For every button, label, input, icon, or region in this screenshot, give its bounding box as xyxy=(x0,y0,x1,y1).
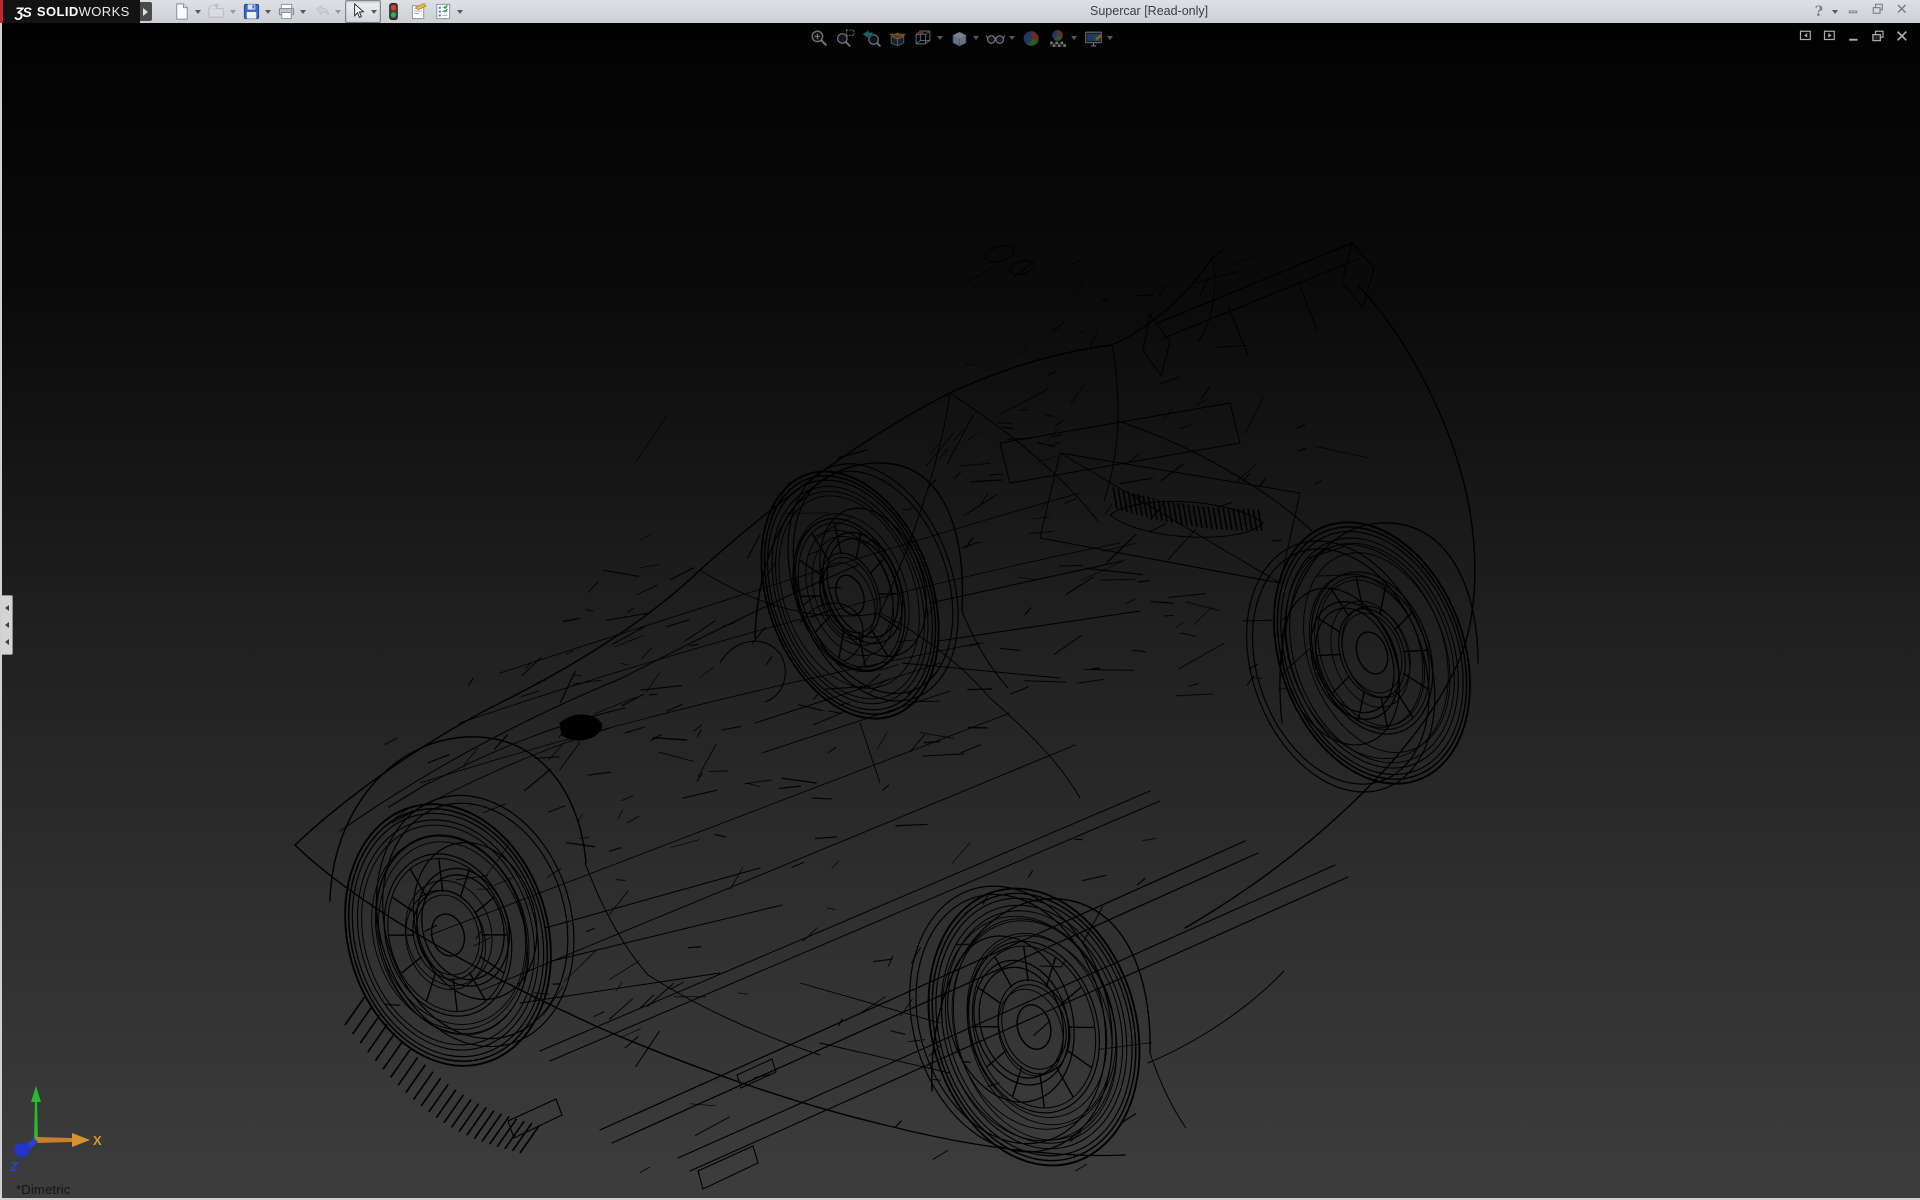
select-dropdown-arrow-icon[interactable] xyxy=(369,2,379,22)
triad-x-arrow xyxy=(72,1133,90,1147)
previous-view-icon xyxy=(859,26,883,50)
new-document-button[interactable] xyxy=(170,1,204,22)
brand-text: SOLIDWORKS xyxy=(37,4,130,19)
save-dropdown-arrow-icon[interactable] xyxy=(263,2,273,22)
featuremanager-collapsed-tab[interactable] xyxy=(2,595,13,655)
help-button[interactable]: ? xyxy=(1815,2,1823,22)
zoom-to-area-icon xyxy=(833,26,857,50)
collapse-arrow-icon xyxy=(5,622,9,628)
minimize-document-icon xyxy=(1847,29,1862,49)
view-orientation-button[interactable] xyxy=(910,25,946,51)
zoom-to-fit-icon xyxy=(807,26,831,50)
titlebar: ƷS SOLIDWORKS Supercar [Read-only] ? xyxy=(0,0,1920,24)
select-button[interactable] xyxy=(345,0,381,23)
triad-y-axis xyxy=(34,1100,38,1140)
undo-button[interactable] xyxy=(310,1,344,22)
collapse-arrow-icon xyxy=(5,639,9,645)
edit-appearance-button[interactable] xyxy=(1018,25,1044,51)
previous-view-button[interactable] xyxy=(858,25,884,51)
section-view-icon xyxy=(885,26,909,50)
print-button[interactable] xyxy=(275,1,309,22)
apply-scene-icon xyxy=(1045,26,1069,50)
solidworks-logo-icon: ƷS xyxy=(15,4,31,20)
options-button[interactable] xyxy=(432,1,466,22)
new-document-dropdown-arrow-icon[interactable] xyxy=(193,2,203,22)
flyout-arrow-icon xyxy=(143,8,148,16)
triad-z-label: Z xyxy=(9,1159,19,1174)
triad-z-arrow xyxy=(14,1143,30,1157)
logo-red-stripe xyxy=(0,0,3,23)
display-style-dropdown-arrow-icon[interactable] xyxy=(971,26,981,50)
restore-document-button[interactable] xyxy=(1871,29,1886,49)
display-style-icon xyxy=(947,26,971,50)
next-window-button[interactable] xyxy=(1823,29,1838,49)
rebuild-button[interactable] xyxy=(382,1,406,22)
reference-triad: X Z xyxy=(8,1082,104,1174)
zoom-to-area-button[interactable] xyxy=(832,25,858,51)
menu-flyout-button[interactable] xyxy=(140,2,152,21)
previous-window-icon xyxy=(1799,29,1814,49)
restore-window-button[interactable] xyxy=(1871,2,1886,22)
document-window-controls xyxy=(1799,29,1910,49)
close-window-button[interactable] xyxy=(1895,2,1910,22)
solidworks-logo: ƷS SOLIDWORKS xyxy=(0,0,140,23)
restore-window-icon xyxy=(1871,2,1886,22)
open-dropdown-arrow-icon[interactable] xyxy=(228,2,238,22)
open-button[interactable] xyxy=(205,1,239,22)
new-document-icon xyxy=(171,2,193,22)
headsup-view-toolbar xyxy=(806,25,1116,51)
edit-appearance-icon xyxy=(1019,26,1043,50)
triad-y-arrow xyxy=(31,1086,41,1102)
view-orientation-label: *Dimetric xyxy=(16,1182,71,1197)
window-title: Supercar [Read-only] xyxy=(1090,0,1208,23)
undo-arrow-icon xyxy=(311,2,333,22)
view-settings-icon xyxy=(1081,26,1105,50)
printer-icon xyxy=(276,2,298,22)
restore-document-icon xyxy=(1871,29,1886,49)
triad-x-axis xyxy=(36,1137,72,1143)
save-button[interactable] xyxy=(240,1,274,22)
traffic-light-icon xyxy=(383,2,405,22)
hide-show-items-dropdown-arrow-icon[interactable] xyxy=(1007,26,1017,50)
undo-dropdown-arrow-icon[interactable] xyxy=(333,2,343,22)
minimize-window-icon xyxy=(1847,2,1862,22)
solidworks-window: ƷS SOLIDWORKS Supercar [Read-only] ? X xyxy=(0,0,1920,1200)
graphics-area[interactable]: X Z *Dimetric xyxy=(0,23,1920,1200)
hide-show-items-icon xyxy=(983,26,1007,50)
hide-show-items-button[interactable] xyxy=(982,25,1018,51)
display-style-button[interactable] xyxy=(946,25,982,51)
print-dropdown-arrow-icon[interactable] xyxy=(298,2,308,22)
previous-window-button[interactable] xyxy=(1799,29,1814,49)
open-folder-icon xyxy=(206,2,228,22)
close-document-icon xyxy=(1895,29,1910,49)
view-orientation-dropdown-arrow-icon[interactable] xyxy=(935,26,945,50)
collapse-arrow-icon xyxy=(5,605,9,611)
save-floppy-icon xyxy=(241,2,263,22)
file-properties-icon xyxy=(408,2,430,22)
apply-scene-dropdown-arrow-icon[interactable] xyxy=(1069,26,1079,50)
help-dropdown-arrow-icon[interactable] xyxy=(1832,2,1838,22)
minimize-document-button[interactable] xyxy=(1847,29,1862,49)
view-settings-button[interactable] xyxy=(1080,25,1116,51)
view-orientation-icon xyxy=(911,26,935,50)
options-dropdown-arrow-icon[interactable] xyxy=(455,2,465,22)
brand-light: WORKS xyxy=(79,4,130,19)
minimize-window-button[interactable] xyxy=(1847,2,1862,22)
triad-x-label: X xyxy=(93,1133,102,1148)
titlebar-window-controls: ? xyxy=(1815,0,1910,23)
brand-bold: SOLID xyxy=(37,4,79,19)
select-cursor-icon xyxy=(347,2,369,22)
zoom-to-fit-button[interactable] xyxy=(806,25,832,51)
options-list-icon xyxy=(433,2,455,22)
help-icon: ? xyxy=(1815,4,1823,20)
close-window-icon xyxy=(1895,2,1910,22)
file-properties-button[interactable] xyxy=(407,1,431,22)
close-document-button[interactable] xyxy=(1895,29,1910,49)
standard-toolbar xyxy=(170,0,466,23)
apply-scene-button[interactable] xyxy=(1044,25,1080,51)
next-window-icon xyxy=(1823,29,1838,49)
model-wireframe[interactable] xyxy=(0,23,1920,1200)
section-view-button[interactable] xyxy=(884,25,910,51)
view-settings-dropdown-arrow-icon[interactable] xyxy=(1105,26,1115,50)
